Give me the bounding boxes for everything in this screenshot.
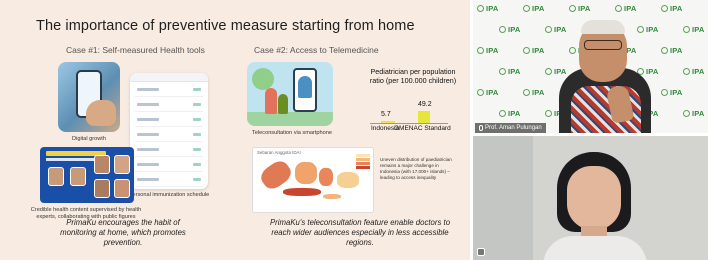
map-heading: Sebaran Anggota IDAI	[257, 150, 301, 155]
webinar-poster-image	[40, 147, 134, 203]
ipa-logo: IPA	[683, 109, 705, 118]
data-label-indonesia: 5.7	[381, 111, 391, 118]
wall-shadow	[473, 136, 533, 260]
shared-slide: The importance of preventive measure sta…	[0, 0, 470, 260]
teleconsultation-illustration	[247, 62, 333, 126]
ipa-logo: IPA	[523, 88, 545, 97]
ipa-logo: IPA	[523, 4, 545, 13]
ipa-logo: IPA	[499, 25, 521, 34]
caption-immunization: Personal immunization schedule	[128, 192, 210, 198]
speaker-hair	[581, 20, 625, 34]
ipa-logo: IPA	[683, 67, 705, 76]
ipa-logo: IPA	[523, 46, 545, 55]
ipa-logo: IPA	[477, 88, 499, 97]
caption-teleconsultation: Teleconsultation via smartphone	[252, 130, 332, 136]
video-tile-participant[interactable]	[473, 136, 708, 260]
mic-muted-icon	[477, 248, 485, 256]
immunization-app-screenshot	[130, 73, 208, 189]
chart-title: Pediatrician per population ratio (per 1…	[369, 67, 457, 85]
category-label-gmenac: GMENAC Standard	[394, 125, 451, 132]
participant-shirt	[543, 236, 647, 260]
chart-baseline	[370, 123, 448, 124]
case1-quote: PrimaKu encourages the habit of monitori…	[60, 218, 186, 247]
ipa-logo: IPA	[545, 67, 567, 76]
ipa-logo: IPA	[569, 4, 591, 13]
ipa-logo: IPA	[661, 88, 683, 97]
speaker-glasses	[584, 40, 622, 50]
slide-title: The importance of preventive measure sta…	[36, 18, 415, 34]
case2-label: Case #2: Access to Telemedicine	[254, 45, 379, 55]
ipa-logo: IPA	[477, 46, 499, 55]
ipa-logo: IPA	[499, 67, 521, 76]
phone-in-hand-image	[58, 62, 120, 132]
participant-face	[567, 166, 621, 230]
map-note: Uneven distribution of paediatrician rem…	[380, 157, 452, 180]
ipa-logo: IPA	[661, 46, 683, 55]
ipa-logo: IPA	[637, 25, 659, 34]
case1-label: Case #1: Self-measured Health tools	[66, 45, 205, 55]
participant-name-tag: Prof. Aman Pulungan	[475, 123, 546, 133]
data-label-gmenac: 49.2	[418, 101, 432, 108]
mic-icon	[479, 125, 483, 131]
case2-quote: PrimaKu's teleconsultation feature enabl…	[269, 218, 451, 247]
caption-digital-growth: Digital growth	[72, 136, 106, 142]
ipa-logo: IPA	[661, 4, 683, 13]
video-tile-speaker[interactable]: IPA IPA IPA IPA IPA IPA IPA IPA IPA IPA IPA IPA IPA I…	[473, 0, 708, 133]
indonesia-member-map: Sebaran Anggota IDAI	[252, 147, 374, 213]
ipa-logo: IPA	[683, 25, 705, 34]
ipa-logo: IPA	[499, 109, 521, 118]
ipa-logo: IPA	[615, 4, 637, 13]
map-legend	[356, 154, 370, 170]
ipa-logo: IPA	[545, 25, 567, 34]
participant-name: Prof. Aman Pulungan	[485, 125, 542, 131]
bar-gmenac	[418, 111, 430, 123]
ipa-logo: IPA	[477, 4, 499, 13]
